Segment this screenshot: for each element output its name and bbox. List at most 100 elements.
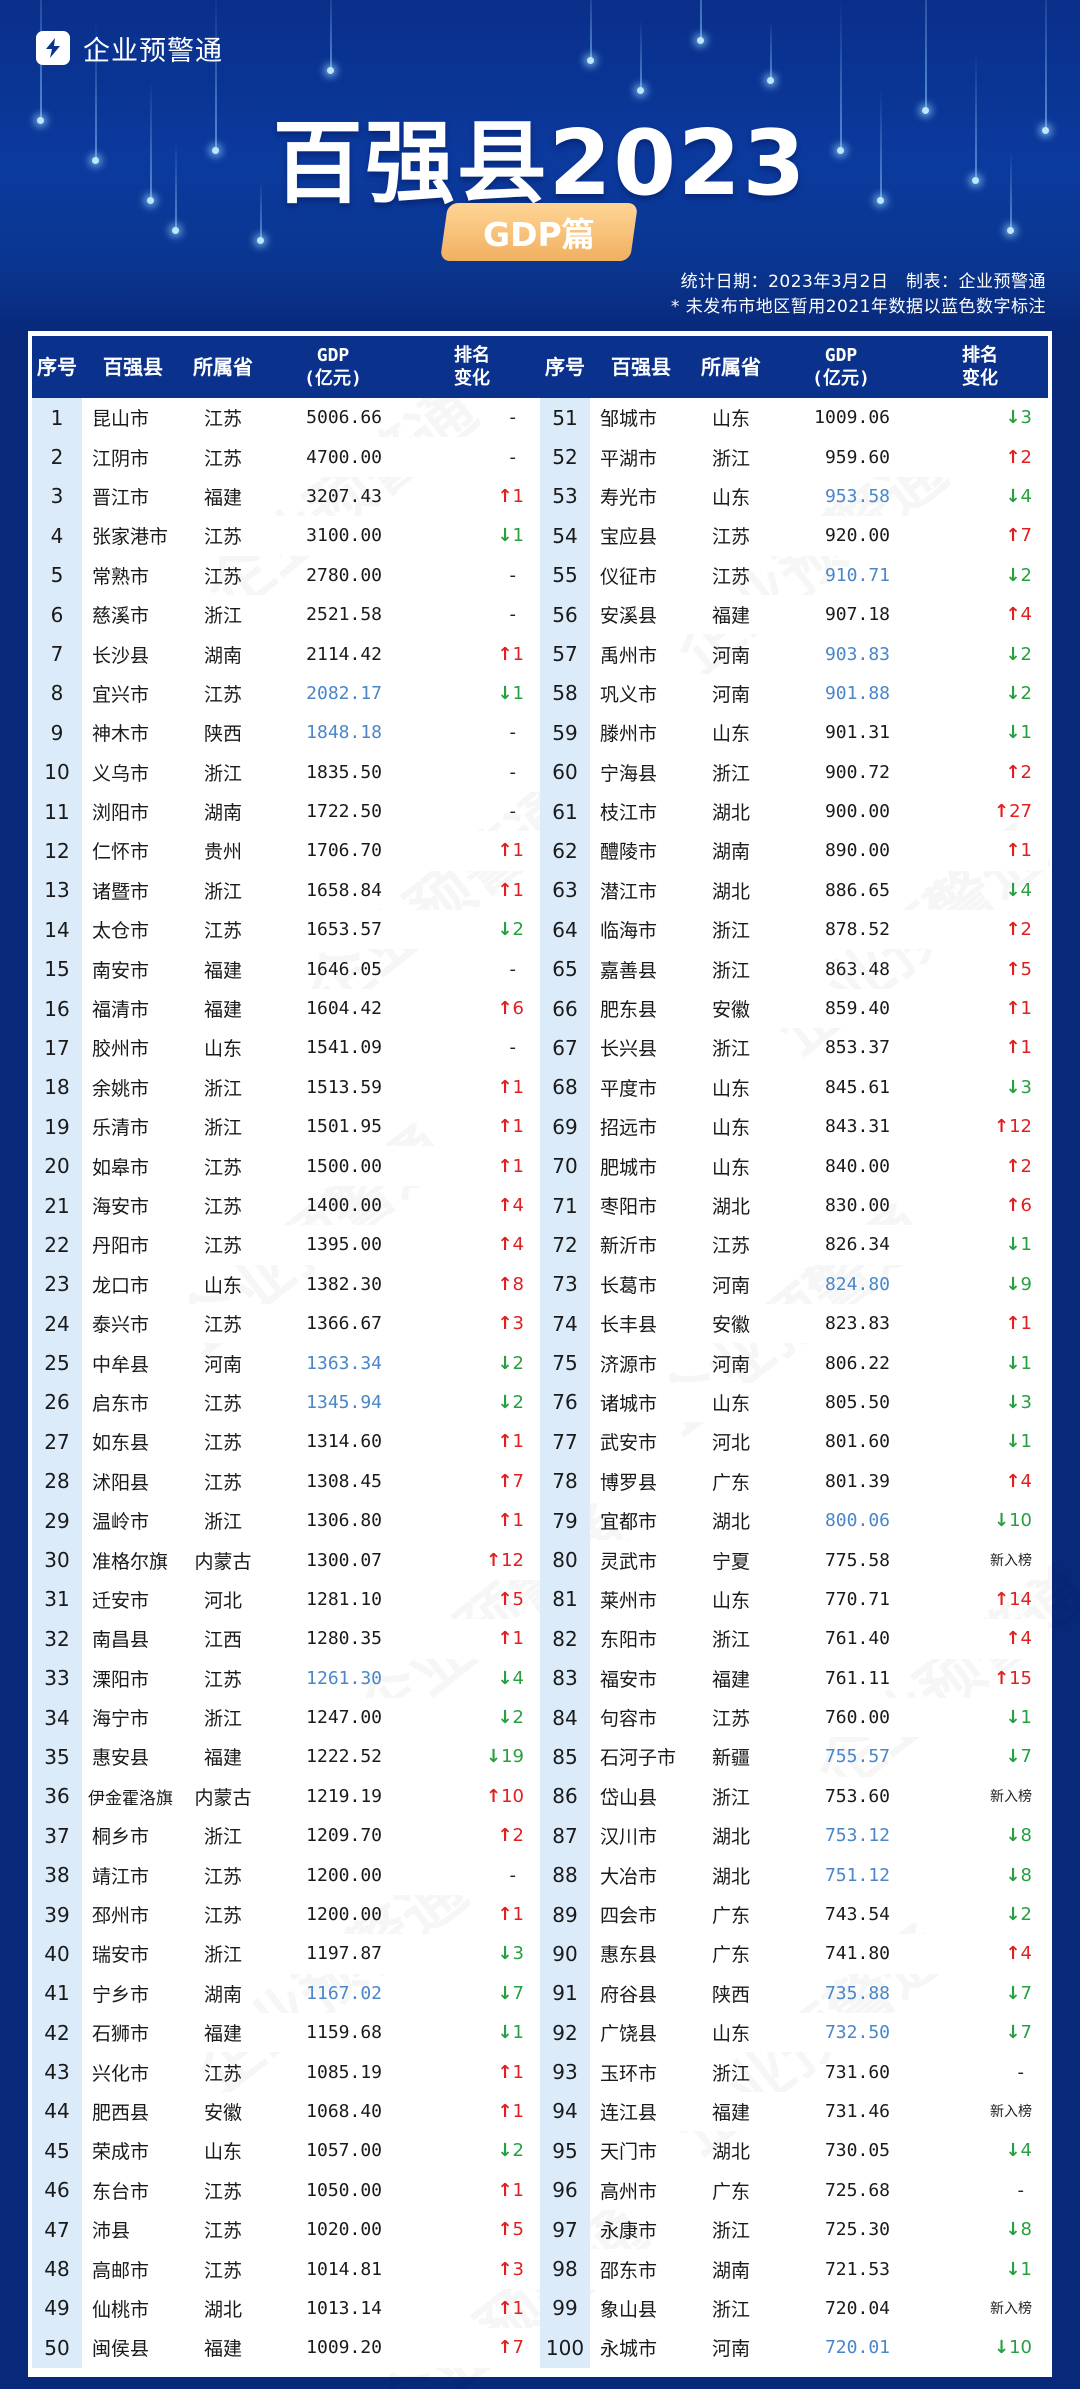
rank-change: ↓2 (404, 1392, 540, 1413)
rank-change-value: 1 (512, 1155, 524, 1177)
gdp-value: 1835.50 (306, 761, 382, 783)
rank-change-value: 2 (512, 919, 524, 941)
gdp-value: 920.00 (824, 525, 890, 547)
rank-change: ↑1 (404, 1628, 540, 1649)
county-name: 沛县 (92, 2220, 131, 2243)
arrow-down-icon: ↓ (497, 1707, 513, 1729)
rank-change: ↑1 (404, 880, 540, 901)
rank-change: ↓1 (404, 683, 540, 704)
rank-change: ↑1 (912, 1313, 1048, 1334)
gdp-value: 1300.07 (306, 1549, 382, 1571)
rank-change: - (509, 722, 517, 744)
table-row: 15 南安市 福建 1646.05 - (32, 949, 540, 989)
rank-change-value: 12 (501, 1549, 524, 1571)
table-row: 47 沛县 江苏 1020.00 ↑5 (32, 2209, 540, 2250)
county-name: 嘉善县 (600, 959, 658, 982)
table-row: 86 岱山县 浙江 753.60 新入榜 (540, 1776, 1048, 1817)
county-name: 东台市 (92, 2180, 150, 2203)
gdp-value: 1247.00 (306, 1707, 382, 1729)
rank-change: ↑4 (912, 1943, 1048, 1964)
county-name: 邵东市 (600, 2259, 658, 2282)
arrow-down-icon: ↓ (1005, 1707, 1021, 1729)
rank-change-value: 1 (512, 2061, 524, 2083)
gdp-value: 959.60 (824, 446, 890, 468)
rank-change-value: 4 (512, 1195, 524, 1216)
county-name: 招远市 (600, 1117, 658, 1140)
rank-change: ↑5 (404, 2219, 540, 2240)
province: 江苏 (203, 1392, 242, 1415)
table-row: 99 象山县 浙江 720.04 新入榜 (540, 2288, 1048, 2329)
county-name: 仁怀市 (92, 841, 150, 864)
province: 浙江 (203, 1077, 242, 1100)
rank-change: ↑4 (404, 1234, 540, 1255)
rank-change: - (509, 446, 517, 468)
province: 湖北 (203, 2298, 242, 2321)
rank-change: ↓10 (912, 1510, 1048, 1531)
province: 浙江 (203, 1826, 242, 1849)
province: 福建 (711, 1668, 750, 1691)
gdp-value: 878.52 (824, 919, 890, 941)
county-name: 长葛市 (600, 1274, 658, 1297)
rank-change-value: 1 (512, 1510, 524, 1532)
rank-number: 68 (540, 1067, 590, 1108)
gdp-value: 903.83 (824, 643, 890, 665)
rank-number: 16 (32, 988, 82, 1029)
rank-change-value: 2 (512, 1825, 524, 1847)
county-name: 晋江市 (92, 486, 150, 509)
table-row: 59 滕州市 山东 901.31 ↓1 (540, 713, 1048, 753)
rank-change: ↑2 (912, 1156, 1048, 1177)
table-row: 74 长丰县 安徽 823.83 ↑1 (540, 1303, 1048, 1344)
gdp-value: 1314.60 (306, 1431, 382, 1453)
arrow-down-icon: ↓ (1005, 643, 1021, 665)
gdp-value: 743.54 (824, 1904, 890, 1926)
county-name: 迁安市 (92, 1589, 150, 1612)
rank-change: ↑6 (912, 1195, 1048, 1216)
rank-number: 7 (32, 634, 82, 674)
county-name: 象山县 (600, 2298, 658, 2321)
county-name: 莱州市 (600, 1589, 658, 1612)
table-row: 92 广饶县 山东 732.50 ↓7 (540, 2013, 1048, 2053)
gdp-value: 1200.00 (306, 1904, 382, 1926)
province: 湖南 (711, 841, 750, 864)
rank-change-value: 10 (1009, 2337, 1032, 2359)
arrow-down-icon: ↓ (1005, 1904, 1021, 1926)
table-row: 16 福清市 福建 1604.42 ↑6 (32, 988, 540, 1029)
gdp-value: 1009.20 (306, 2337, 382, 2359)
table-row: 88 大冶市 湖北 751.12 ↓8 (540, 1855, 1048, 1895)
gdp-value: 741.80 (824, 1943, 890, 1965)
rank-number: 43 (32, 2052, 82, 2092)
page-title: 百强县2023 (272, 111, 808, 216)
province: 江苏 (711, 1235, 750, 1258)
gdp-value: 5006.66 (306, 407, 382, 429)
rank-change-value: 19 (501, 1746, 524, 1768)
rank-number: 92 (540, 2013, 590, 2053)
arrow-up-icon: ↑ (1005, 1195, 1021, 1216)
province: 陕西 (203, 723, 242, 746)
rank-change: ↓7 (912, 2022, 1048, 2043)
arrow-down-icon: ↓ (1005, 682, 1021, 704)
gdp-value: 840.00 (824, 1155, 890, 1177)
province: 安徽 (203, 2101, 242, 2124)
rank-change: ↓1 (912, 1234, 1048, 1255)
arrow-down-icon: ↓ (1005, 1234, 1021, 1256)
gdp-value: 1345.94 (306, 1391, 382, 1413)
light-dot (257, 237, 264, 244)
rank-change: - (509, 564, 517, 586)
arrow-up-icon: ↑ (497, 998, 513, 1020)
rank-number: 91 (540, 1973, 590, 2014)
table-row: 44 肥西县 安徽 1068.40 ↑1 (32, 2091, 540, 2132)
rank-change: ↓2 (404, 919, 540, 940)
arrow-up-icon: ↑ (497, 1904, 513, 1926)
province: 广东 (711, 1944, 750, 1967)
province: 江苏 (203, 683, 242, 706)
province: 浙江 (203, 1944, 242, 1967)
county-name: 常熟市 (92, 565, 150, 588)
rank-change: - (509, 1864, 517, 1886)
table-row: 63 潜江市 湖北 886.65 ↓4 (540, 870, 1048, 911)
rank-change: ↑15 (912, 1668, 1048, 1689)
county-name: 沭阳县 (92, 1471, 150, 1494)
gdp-value: 953.58 (824, 485, 890, 507)
rank-number: 50 (32, 2328, 82, 2368)
county-name: 福安市 (600, 1668, 658, 1691)
province: 湖南 (203, 1983, 242, 2006)
